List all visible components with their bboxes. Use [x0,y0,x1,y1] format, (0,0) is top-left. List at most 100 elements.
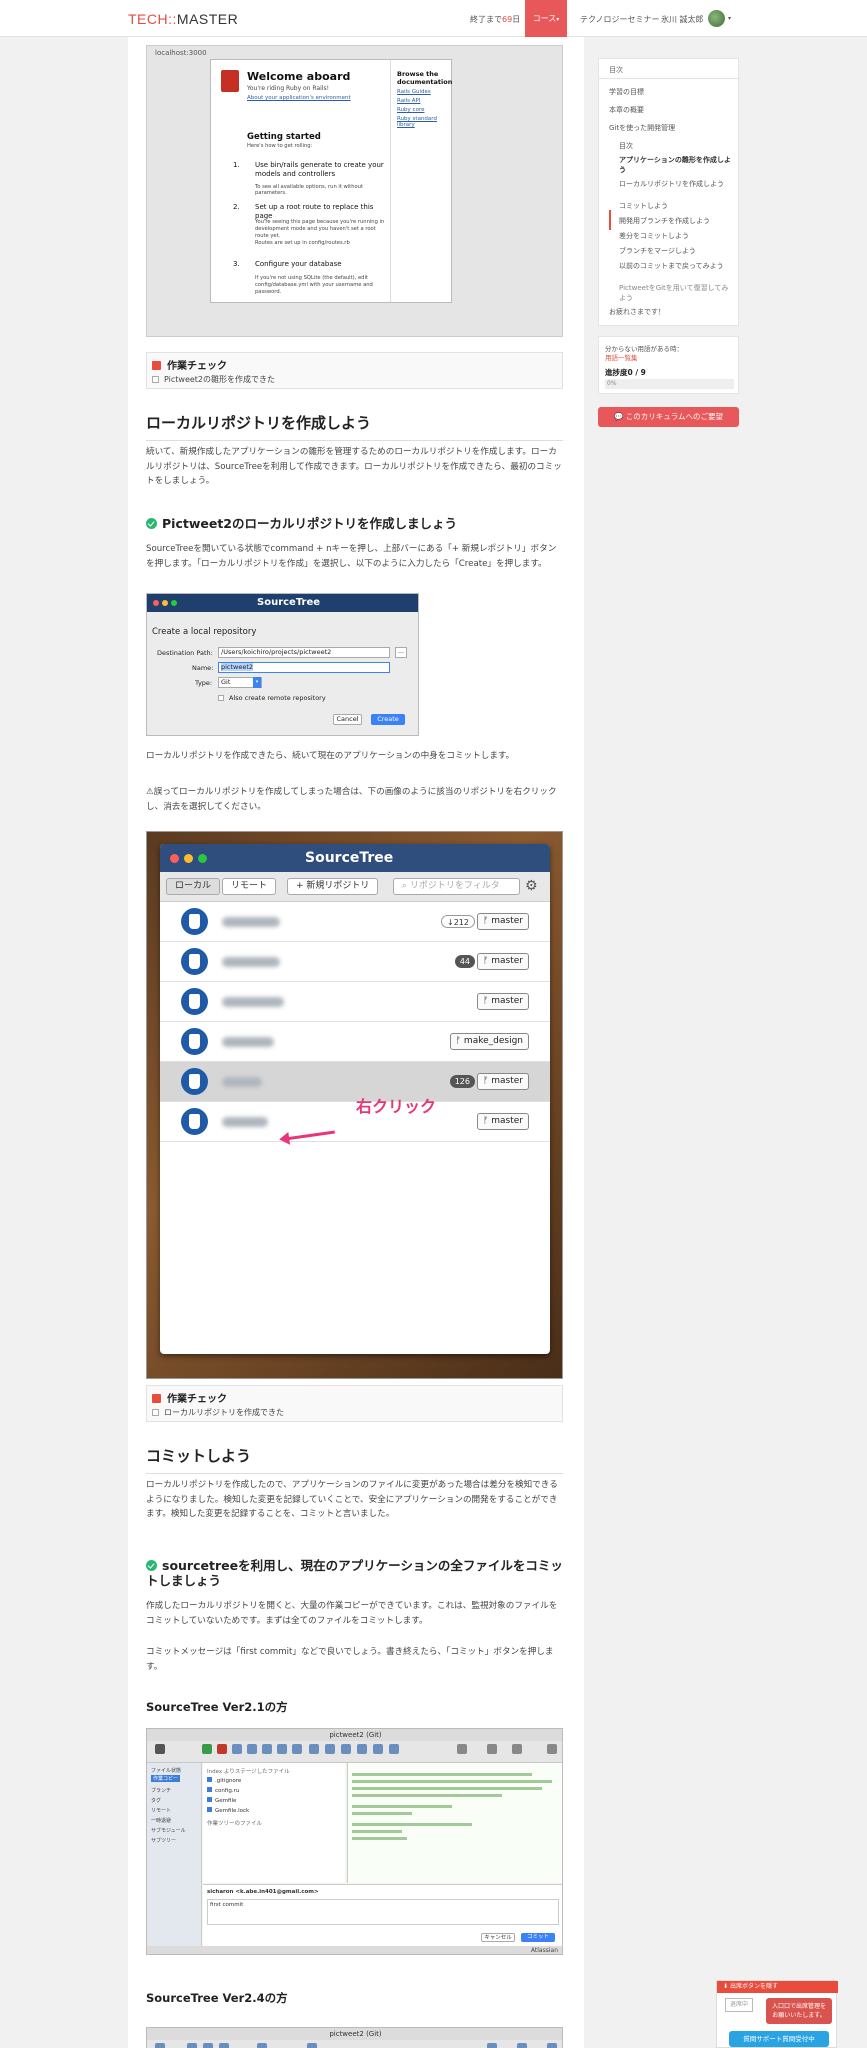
repo-toolbar: ローカル リモート + 新規リポジトリ ⌕ リポジトリをフィルタ ⚙ [160,872,550,902]
branch-icon: ᚠ [482,1076,492,1086]
repo-row[interactable]: ᚠ master [160,982,550,1022]
arrow-down-icon: ⬇ [723,1983,730,1990]
branch-icon: ᚠ [482,916,492,926]
dialog-heading: Create a local repository [152,627,257,637]
toc-title: 目次 [609,66,623,74]
tool-icon [262,1744,272,1754]
toc-item[interactable]: 以前のコミットまで戻ってみよう [619,261,734,271]
techmaster-logo[interactable]: TECH::MASTER [128,11,238,27]
section-title: ローカルリポジトリを作成しよう [146,412,563,441]
task-check-item[interactable]: Pictweet2の雛形を作成できた [152,374,275,385]
course-menu-button[interactable]: コース▾ [525,0,567,37]
logo-separator: :: [168,11,177,27]
st-toolbar [147,1741,562,1763]
tool-icon [517,2043,527,2048]
toc-item[interactable]: ローカルリポジトリを作成しよう [619,179,734,189]
browse-button[interactable]: … [395,647,407,658]
top-navbar: TECH::MASTER 終了まで69日 コース▾ テクノロジーセミナー 氷川 … [0,0,867,37]
push-icon [341,1744,351,1754]
repo-row[interactable]: 44 ᚠ master [160,942,550,982]
repo-row[interactable]: ↓212 ᚠ master [160,902,550,942]
toc-item[interactable]: 目次 [619,141,633,151]
cancel-button[interactable]: キャンセル [481,1933,515,1942]
toc-item[interactable]: Gitを使った開発管理 [609,123,675,133]
blurred-repo-name [222,1037,274,1047]
rails-doc-link: Ruby standard library [397,116,437,128]
toc-item[interactable]: 学習の目標 [609,87,644,97]
repo-row[interactable]: ᚠ make_design [160,1022,550,1062]
diff-line [352,1773,532,1776]
toc-item[interactable]: PictweetをGitを用いて復習してみよう [619,283,734,303]
repo-filter-input[interactable]: ⌕ リポジトリをフィルタ [393,878,520,895]
checkbox[interactable] [152,1409,159,1416]
tab-local[interactable]: ローカル [166,878,221,895]
progress-label: 進捗度0 / 9 [605,368,646,377]
blurred-repo-name [222,1117,268,1127]
tool-icon [277,1744,287,1754]
glossary-link[interactable]: 用語一覧集 [605,352,638,362]
toc-item[interactable]: 差分をコミットしよう [619,231,689,241]
chevron-down-icon[interactable]: ▾ [728,15,731,22]
repo-icon [181,1108,208,1135]
toc-item[interactable]: ブランチをマージしよう [619,246,696,256]
remote-checkbox[interactable]: Also create remote repository [218,694,326,702]
tab-remote[interactable]: リモート [222,878,277,895]
seminar-link[interactable]: テクノロジーセミナー [580,14,660,25]
section-title: コミットしよう [146,1445,563,1474]
checkbox[interactable] [218,695,224,701]
blurred-repo-name [222,1077,262,1087]
repo-icon [181,1068,208,1095]
table-of-contents: 目次 学習の目標 本章の概要 Gitを使った開発管理 目次 アプリケーションの雛… [598,58,740,326]
subsection-title: Pictweet2のローカルリポジトリを作成しましょう [146,513,563,532]
support-button[interactable]: 質問サポート質問受付中 [729,2031,829,2047]
file-check-icon [207,1787,212,1792]
absent-button[interactable]: 退席中 [725,1998,753,2012]
branch-badge: ᚠ master [476,1073,529,1090]
toc-item[interactable]: 開発用ブランチを作成しよう [619,216,710,226]
type-select[interactable]: Git ▾ [218,677,262,688]
attendance-widget: ⬇ 出席ボタンを隠す 退席中 入口口で出席管理を お願いいたします。 質問サポー… [716,1980,838,2048]
commit-message-field[interactable]: first commit [207,1899,559,1925]
current-marker [609,210,611,230]
app-title: SourceTree [305,850,394,866]
avatar[interactable] [708,10,725,27]
request-button[interactable]: 💬 このカリキュラムへのご要望 [598,407,739,427]
side-item: サブモジュール [151,1828,186,1834]
branch-badge: ᚠ master [476,953,529,970]
dest-path-field[interactable]: /Users/koichiro/projects/pictweet2 [218,647,390,658]
window-titlebar: pictweet2 (Git) [147,2028,562,2040]
toc-item[interactable]: お疲れさまです！ [609,307,665,317]
subsection-title: sourcetreeを利用し、現在のアプリケーションの全ファイルをコミットしまし… [146,1558,563,1588]
repo-row-selected[interactable]: 126 ᚠ master [160,1062,550,1102]
checkbox[interactable] [152,376,159,383]
toc-item[interactable]: 本章の概要 [609,105,644,115]
repo-row[interactable]: ᚠ master [160,1102,550,1142]
toc-item[interactable]: コミットしよう [619,201,668,211]
gear-icon[interactable]: ⚙ [525,878,538,894]
version-heading: SourceTree Ver2.4の方 [146,1991,288,2005]
user-name[interactable]: 氷川 誠太郎 [661,14,704,25]
fetch-icon [309,1744,319,1754]
commit-button[interactable]: コミット [521,1933,555,1942]
request-button-label: このカリキュラムへのご要望 [625,412,723,421]
repo-count-badge: ↓212 [441,915,475,928]
hide-attendance-button[interactable]: ⬇ 出席ボタンを隠す [717,1981,838,1993]
branch-name: master [491,1116,523,1126]
task-check-box: 作業チェック Pictweet2の雛形を作成できた [146,352,563,389]
file-check-icon [207,1807,212,1812]
create-button[interactable]: Create [371,714,405,725]
new-repo-button[interactable]: + 新規リポジトリ [287,878,379,895]
side-item: 一時退避 [151,1818,172,1824]
tool-icon [217,1744,227,1754]
repo-filter-placeholder: リポジトリをフィルタ [409,881,500,891]
section-body: ローカルリポジトリを作成したので、アプリケーションのファイルに変更があった場合は… [146,1480,558,1519]
cancel-button[interactable]: Cancel [333,714,362,725]
file-check-icon [207,1797,212,1802]
repo-name-field[interactable]: pictweet2 [218,662,390,673]
toc-item-current[interactable]: アプリケーションの雛形を作成しよう [619,155,734,175]
main-content: localhost:3000 Welcome aboard You're rid… [128,37,584,2048]
task-check-item[interactable]: ローカルリポジトリを作成できた [152,1407,284,1418]
repo-icon [181,908,208,935]
repo-count-badge: 44 [454,955,475,968]
diff-line [352,1794,502,1797]
